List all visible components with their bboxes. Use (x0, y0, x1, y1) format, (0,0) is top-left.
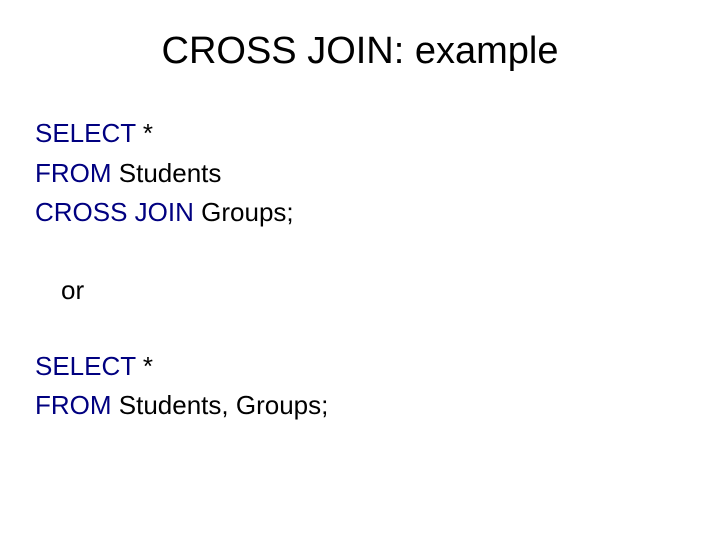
spacer (35, 234, 685, 272)
kw-from: FROM (35, 390, 112, 420)
query2-line2: FROM Students, Groups; (35, 387, 685, 425)
kw-from: FROM (35, 158, 112, 188)
query1-line2: FROM Students (35, 155, 685, 193)
query1-line1: SELECT * (35, 115, 685, 153)
query2-line1: SELECT * (35, 348, 685, 386)
kw-select: SELECT (35, 351, 136, 381)
cross-table: Groups; (194, 197, 294, 227)
kw-cross-join: CROSS JOIN (35, 197, 194, 227)
from-table: Students (112, 158, 222, 188)
query1-line3: CROSS JOIN Groups; (35, 194, 685, 232)
from-tables: Students, Groups; (112, 390, 329, 420)
star: * (136, 118, 153, 148)
kw-select: SELECT (35, 118, 136, 148)
slide-title: CROSS JOIN: example (35, 30, 685, 73)
spacer (35, 310, 685, 348)
slide-content: SELECT * FROM Students CROSS JOIN Groups… (35, 115, 685, 425)
star: * (136, 351, 153, 381)
or-text: or (35, 272, 685, 310)
